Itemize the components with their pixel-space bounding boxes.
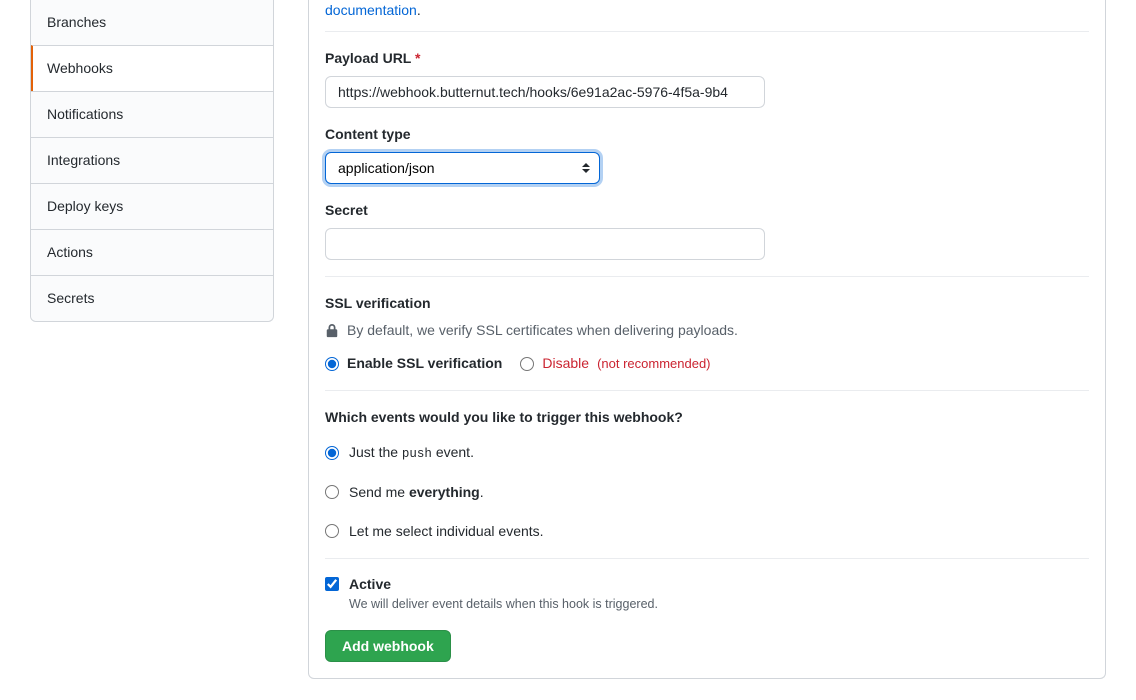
sidebar-item-webhooks[interactable]: Webhooks xyxy=(31,45,273,91)
events-individual-label: Let me select individual events. xyxy=(349,521,544,542)
events-everything-label: Send me everything. xyxy=(349,482,484,503)
ssl-note: By default, we verify SSL certificates w… xyxy=(325,320,1089,341)
secret-input[interactable] xyxy=(325,228,765,260)
sidebar-item-integrations[interactable]: Integrations xyxy=(31,137,273,183)
content-type-select[interactable]: application/json application/x-www-form-… xyxy=(325,152,600,184)
payload-url-label: Payload URL * xyxy=(325,48,1089,69)
active-checkbox[interactable] xyxy=(325,577,339,591)
sidebar-item-branches[interactable]: Branches xyxy=(31,0,273,45)
add-webhook-button[interactable]: Add webhook xyxy=(325,630,451,662)
required-mark: * xyxy=(415,50,420,66)
intro-tail: . xyxy=(417,2,421,18)
sidebar-item-label: Secrets xyxy=(47,290,94,306)
sidebar-item-label: Notifications xyxy=(47,106,123,122)
content-type-label: Content type xyxy=(325,124,1089,145)
sidebar-item-actions[interactable]: Actions xyxy=(31,229,273,275)
secret-label: Secret xyxy=(325,200,1089,221)
ssl-note-text: By default, we verify SSL certificates w… xyxy=(347,320,738,341)
events-individual-radio[interactable] xyxy=(325,524,339,538)
events-individual-option[interactable]: Let me select individual events. xyxy=(325,521,1089,542)
content-type-select-wrap: application/json application/x-www-form-… xyxy=(325,152,600,184)
ssl-disable-option[interactable]: Disable (not recommended) xyxy=(520,353,710,374)
documentation-link[interactable]: documentation xyxy=(325,2,417,18)
text: Send me xyxy=(349,484,409,500)
label-text: Payload URL xyxy=(325,50,411,66)
ssl-heading: SSL verification xyxy=(325,293,1089,314)
secret-group: Secret xyxy=(325,200,1089,260)
divider xyxy=(325,276,1089,277)
sidebar-item-label: Actions xyxy=(47,244,93,260)
payload-url-input[interactable] xyxy=(325,76,765,108)
divider xyxy=(325,390,1089,391)
active-note: We will deliver event details when this … xyxy=(349,595,658,614)
ssl-disable-radio[interactable] xyxy=(520,357,534,371)
webhook-form-panel: documentation. Payload URL * Content typ… xyxy=(308,0,1106,679)
events-heading: Which events would you like to trigger t… xyxy=(325,407,1089,428)
intro-text-fragment: documentation. xyxy=(325,0,1089,32)
text: Just the xyxy=(349,444,402,460)
content-type-group: Content type application/json applicatio… xyxy=(325,124,1089,184)
events-everything-radio[interactable] xyxy=(325,485,339,499)
ssl-radio-row: Enable SSL verification Disable (not rec… xyxy=(325,353,1089,374)
active-block: Active We will deliver event details whe… xyxy=(325,575,1089,614)
sidebar-item-label: Webhooks xyxy=(47,60,113,76)
sidebar-item-secrets[interactable]: Secrets xyxy=(31,275,273,321)
sidebar-item-label: Integrations xyxy=(47,152,120,168)
events-section: Which events would you like to trigger t… xyxy=(325,407,1089,542)
sidebar-item-label: Branches xyxy=(47,14,106,30)
text: event. xyxy=(432,444,474,460)
payload-url-group: Payload URL * xyxy=(325,48,1089,108)
lock-icon xyxy=(325,323,339,339)
ssl-disable-label: Disable xyxy=(542,353,589,374)
divider xyxy=(325,558,1089,559)
ssl-enable-radio[interactable] xyxy=(325,357,339,371)
ssl-enable-label: Enable SSL verification xyxy=(347,353,502,374)
ssl-section: SSL verification By default, we verify S… xyxy=(325,293,1089,374)
ssl-disable-note: (not recommended) xyxy=(597,354,710,374)
events-push-option[interactable]: Just the push event. xyxy=(325,442,1089,464)
events-push-label: Just the push event. xyxy=(349,442,474,464)
active-title: Active xyxy=(349,575,658,593)
events-push-radio[interactable] xyxy=(325,446,339,460)
everything-bold: everything xyxy=(409,484,480,500)
sidebar-item-label: Deploy keys xyxy=(47,198,123,214)
push-code: push xyxy=(402,447,432,461)
ssl-enable-option[interactable]: Enable SSL verification xyxy=(325,353,502,374)
settings-sidebar: Branches Webhooks Notifications Integrat… xyxy=(30,0,274,322)
events-everything-option[interactable]: Send me everything. xyxy=(325,482,1089,503)
sidebar-item-notifications[interactable]: Notifications xyxy=(31,91,273,137)
sidebar-item-deploy-keys[interactable]: Deploy keys xyxy=(31,183,273,229)
active-text: Active We will deliver event details whe… xyxy=(349,575,658,614)
text: . xyxy=(480,484,484,500)
